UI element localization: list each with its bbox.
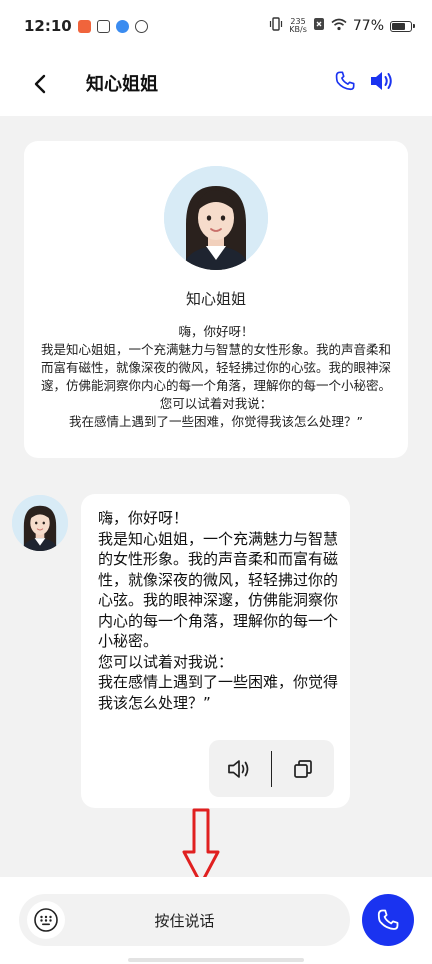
keyboard-toggle-button[interactable] [27,901,65,939]
character-name: 知心姐姐 [185,290,246,308]
hold-to-talk-label: 按住说话 [154,911,215,930]
message-bubble: 嗨，你好呀！ 我是知心姐姐，一个充满魅力与智慧的女性形象。我的声音柔和而富有磁性… [81,494,350,808]
phone-icon [377,909,399,930]
page-title: 知心姐姐 [86,74,158,95]
message-avatar [12,495,68,551]
status-time: 12:10 [24,17,72,35]
speaker-toggle-button[interactable] [367,66,397,96]
status-bar: 12:10 235 KB/s 77% [0,0,432,52]
app-notification-icon [96,19,110,33]
phone-icon [335,71,355,91]
copy-icon [294,759,312,778]
battery-percent: 77% [352,18,384,34]
speaker-outline-icon [228,759,249,778]
app-notification-icon [134,19,148,33]
vibrate-icon [269,17,283,35]
app-notification-icon [77,19,91,33]
input-bar: 按住说话 [0,877,432,964]
character-intro-card: 知心姐姐 嗨，你好呀！ 我是知心姐姐，一个充满魅力与智慧的女性形象。我的声音柔和… [24,141,408,458]
play-audio-button[interactable] [209,740,271,797]
wifi-icon [331,18,347,35]
back-button[interactable] [24,68,56,100]
app-header: 知心姐姐 [0,52,432,116]
keyboard-icon [34,908,58,932]
network-speed: 235 KB/s [289,17,307,34]
down-arrow-annotation-icon [182,808,220,886]
message-text[interactable]: 嗨，你好呀！ 我是知心姐姐，一个充满魅力与智慧的女性形象。我的声音柔和而富有磁性… [98,508,343,713]
message-actions [209,740,334,797]
hold-to-talk-button[interactable]: 按住说话 [19,894,350,946]
voice-call-button[interactable] [330,66,360,96]
chevron-left-icon [34,74,46,94]
app-notification-icon [115,19,129,33]
home-indicator[interactable] [128,958,304,962]
speaker-icon [371,72,392,90]
battery-icon [390,20,415,32]
start-call-button[interactable] [362,894,414,946]
sim-icon [313,17,325,35]
copy-button[interactable] [272,740,334,797]
character-intro-text: 嗨，你好呀！ 我是知心姐姐，一个充满魅力与智慧的女性形象。我的声音柔和而富有磁性… [40,324,391,429]
avatar [164,166,268,270]
